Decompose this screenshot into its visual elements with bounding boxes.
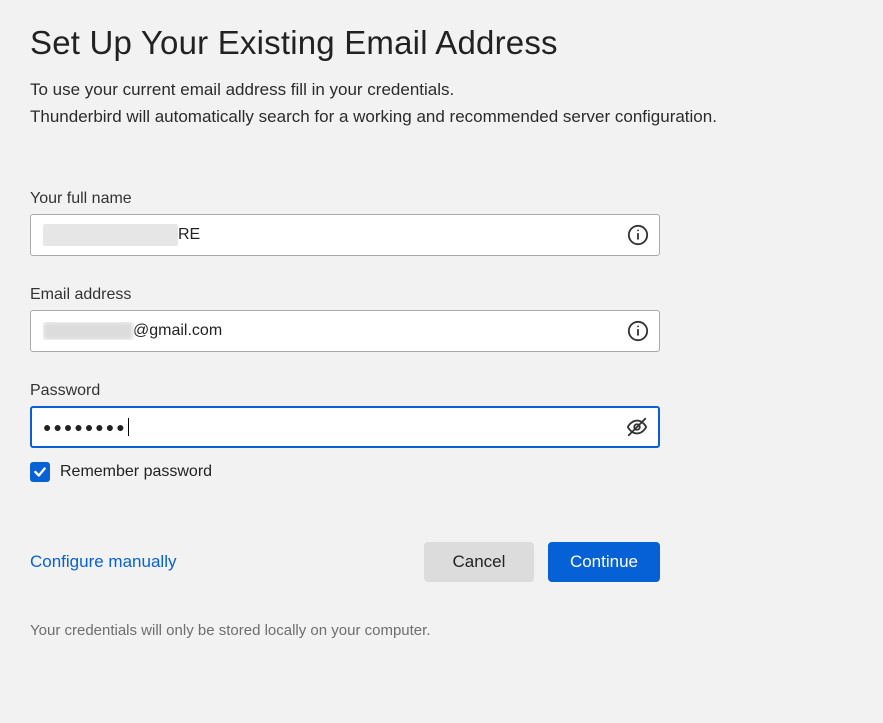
footer-note: Your credentials will only be stored loc… <box>30 622 853 639</box>
name-field-group: Your full name RE <box>30 190 853 256</box>
redacted-name <box>43 224 178 246</box>
email-input[interactable]: @gmail.com <box>30 310 660 352</box>
configure-manually-link[interactable]: Configure manually <box>30 552 176 572</box>
button-group: Cancel Continue <box>424 542 660 582</box>
info-icon[interactable] <box>627 224 649 246</box>
page-subtitle: To use your current email address fill i… <box>30 76 853 130</box>
password-input[interactable]: ●●●●●●●● <box>30 406 660 448</box>
actions-row: Configure manually Cancel Continue <box>30 542 660 582</box>
text-cursor <box>128 418 129 436</box>
email-domain: @gmail.com <box>133 322 222 339</box>
page-title: Set Up Your Existing Email Address <box>30 24 853 62</box>
name-label: Your full name <box>30 190 853 208</box>
cancel-button[interactable]: Cancel <box>424 542 534 582</box>
subtitle-line-1: To use your current email address fill i… <box>30 80 454 99</box>
remember-row: Remember password <box>30 462 660 482</box>
subtitle-line-2: Thunderbird will automatically search fo… <box>30 107 717 126</box>
continue-button[interactable]: Continue <box>548 542 660 582</box>
password-dots: ●●●●●●●● <box>43 419 127 435</box>
name-fragment: RE <box>178 227 200 244</box>
email-field-group: Email address @gmail.com <box>30 286 853 352</box>
password-label: Password <box>30 382 853 400</box>
info-icon[interactable] <box>627 320 649 342</box>
email-input-value: @gmail.com <box>43 322 617 340</box>
name-input[interactable]: RE <box>30 214 660 256</box>
name-input-value: RE <box>43 224 617 246</box>
remember-checkbox[interactable] <box>30 462 50 482</box>
password-field-group: Password ●●●●●●●● Remember password <box>30 382 853 482</box>
remember-label: Remember password <box>60 463 212 481</box>
eye-off-icon[interactable] <box>626 416 648 438</box>
redacted-email-local <box>43 322 133 340</box>
email-label: Email address <box>30 286 853 304</box>
password-input-value: ●●●●●●●● <box>43 418 617 436</box>
